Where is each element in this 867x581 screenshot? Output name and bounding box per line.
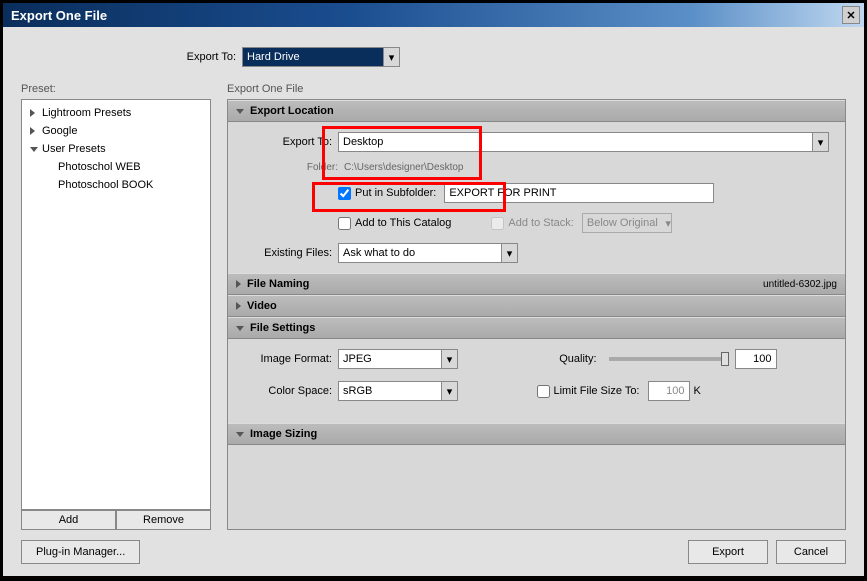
close-button[interactable]: ✕ xyxy=(842,6,860,24)
subfolder-input[interactable] xyxy=(444,183,714,203)
export-to-value: Hard Drive xyxy=(247,51,300,63)
export-to-combo[interactable]: Hard Drive ▾ xyxy=(242,47,400,67)
preset-buttons: Add Remove xyxy=(21,510,211,530)
preset-item-google[interactable]: Google xyxy=(24,122,208,140)
add-preset-button[interactable]: Add xyxy=(21,510,116,530)
chevron-down-icon: ▾ xyxy=(441,350,457,368)
preset-item-lightroom[interactable]: Lightroom Presets xyxy=(24,104,208,122)
content-area: Export To: Hard Drive ▾ Preset: Lightroo… xyxy=(3,27,864,576)
subfolder-checkbox[interactable] xyxy=(338,187,351,200)
section-export-location-header[interactable]: Export Location xyxy=(228,100,845,122)
triangle-right-icon xyxy=(236,280,241,288)
triangle-down-icon xyxy=(236,109,244,114)
export-location-combo[interactable]: Desktop ▾ xyxy=(338,132,829,152)
limit-size-input xyxy=(648,381,690,401)
existing-files-row: Existing Files: Ask what to do ▾ xyxy=(244,243,829,263)
triangle-down-icon xyxy=(30,147,38,152)
add-stack-checkbox xyxy=(491,217,504,230)
add-catalog-checkbox[interactable] xyxy=(338,217,351,230)
window-title: Export One File xyxy=(7,8,842,23)
preset-column: Preset: Lightroom Presets Google User Pr… xyxy=(21,83,211,530)
stack-combo: Below Original ▾ xyxy=(582,213,672,233)
slider-thumb[interactable] xyxy=(721,352,729,366)
image-format-combo[interactable]: JPEG ▾ xyxy=(338,349,458,369)
triangle-right-icon xyxy=(30,127,35,135)
plugin-manager-button[interactable]: Plug-in Manager... xyxy=(21,540,140,564)
triangle-right-icon xyxy=(30,109,35,117)
chevron-down-icon: ▾ xyxy=(501,244,517,262)
section-file-settings-header[interactable]: File Settings xyxy=(228,317,845,339)
settings-scroll[interactable]: Export Location Export To: Desktop ▾ Fol… xyxy=(227,99,846,530)
preset-item-book[interactable]: Photoschool BOOK xyxy=(24,176,208,194)
section-export-location-body: Export To: Desktop ▾ Folder: C:\Users\de… xyxy=(228,122,845,273)
section-video-header[interactable]: Video xyxy=(228,295,845,317)
preset-item-user[interactable]: User Presets xyxy=(24,140,208,158)
close-icon: ✕ xyxy=(846,9,855,22)
limit-size-checkbox[interactable] xyxy=(537,385,550,398)
triangle-down-icon xyxy=(236,326,244,331)
preset-item-web[interactable]: Photoschol WEB xyxy=(24,158,208,176)
triangle-down-icon xyxy=(236,432,244,437)
export-button[interactable]: Export xyxy=(688,540,768,564)
export-location-row: Export To: Desktop ▾ xyxy=(244,132,829,152)
folder-row: Folder: C:\Users\designer\Desktop xyxy=(244,162,829,173)
preset-list[interactable]: Lightroom Presets Google User Presets Ph… xyxy=(21,99,211,510)
bottom-bar: Plug-in Manager... Export Cancel xyxy=(21,530,846,564)
chevron-down-icon: ▾ xyxy=(665,217,671,230)
quality-input[interactable] xyxy=(735,349,777,369)
subfolder-row: Put in Subfolder: xyxy=(338,183,829,203)
titlebar: Export One File ✕ xyxy=(3,3,864,27)
catalog-row: Add to This Catalog Add to Stack: Below … xyxy=(338,213,829,233)
section-image-sizing-header[interactable]: Image Sizing xyxy=(228,423,845,445)
chevron-down-icon: ▾ xyxy=(441,382,457,400)
export-dialog: Export One File ✕ Export To: Hard Drive … xyxy=(2,2,865,577)
chevron-down-icon: ▾ xyxy=(383,48,399,66)
export-to-row: Export To: Hard Drive ▾ xyxy=(21,47,846,67)
triangle-right-icon xyxy=(236,302,241,310)
columns: Preset: Lightroom Presets Google User Pr… xyxy=(21,83,846,530)
section-file-settings-body: Image Format: JPEG ▾ Quality: xyxy=(228,339,845,423)
chevron-down-icon: ▾ xyxy=(812,133,828,151)
remove-preset-button[interactable]: Remove xyxy=(116,510,211,530)
settings-header-label: Export One File xyxy=(227,83,846,95)
export-to-label: Export To: xyxy=(171,51,236,63)
settings-column: Export One File Export Location Export T… xyxy=(227,83,846,530)
existing-files-combo[interactable]: Ask what to do ▾ xyxy=(338,243,518,263)
color-space-combo[interactable]: sRGB ▾ xyxy=(338,381,458,401)
section-file-naming-header[interactable]: File Naming untitled-6302.jpg xyxy=(228,273,845,295)
cancel-button[interactable]: Cancel xyxy=(776,540,846,564)
quality-slider[interactable] xyxy=(609,357,729,361)
preset-label: Preset: xyxy=(21,83,211,95)
